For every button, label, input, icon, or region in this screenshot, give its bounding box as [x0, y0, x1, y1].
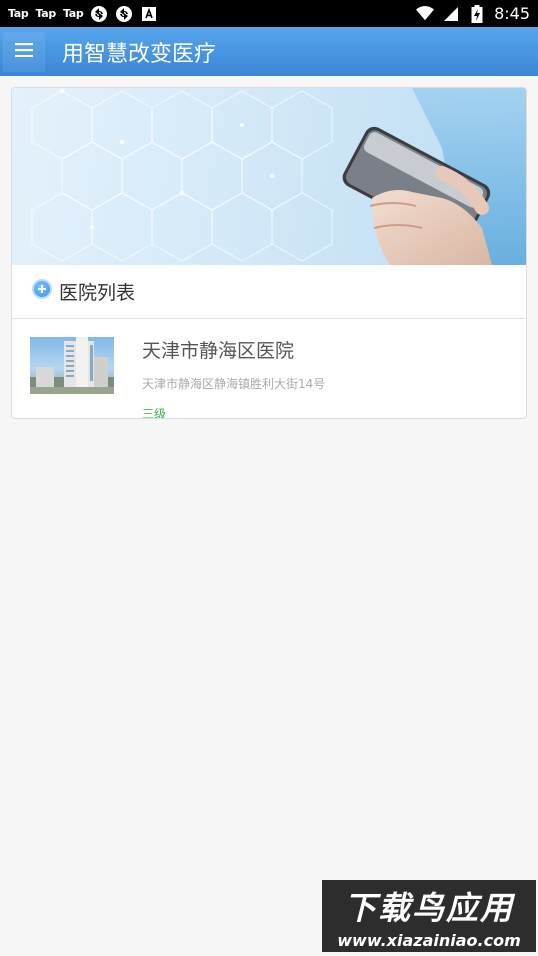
hospital-thumbnail — [30, 337, 114, 394]
sync-icon — [90, 5, 108, 23]
app-bar: 用智慧改变医疗 — [0, 27, 538, 76]
watermark-title: 下载鸟应用 — [343, 888, 514, 927]
hospital-name: 天津市静海区医院 — [142, 340, 295, 362]
hamburger-menu-icon — [15, 42, 33, 61]
sync-icon — [115, 5, 133, 23]
section-header: 医院列表 — [12, 265, 526, 319]
menu-button[interactable] — [3, 31, 45, 72]
watermark-logo: 下载鸟应用 www.xiazainiao.com — [322, 880, 536, 952]
wifi-icon — [416, 5, 435, 23]
hospital-level-badge: 三级 — [142, 407, 167, 419]
notification-tap-1: Tap — [8, 7, 29, 20]
a-box-icon — [140, 5, 158, 23]
hospital-card: 医院列表 天津市静海区医院 天津市静海区静海镇胜利大街14号 三级 — [11, 87, 527, 419]
status-bar: Tap Tap Tap 8:45 — [0, 0, 538, 27]
battery-charging-icon — [468, 4, 486, 23]
list-item-hospital[interactable]: 天津市静海区医院 天津市静海区静海镇胜利大街14号 三级 — [12, 319, 526, 419]
hospital-info: 天津市静海区医院 天津市静海区静海镇胜利大街14号 三级 — [142, 337, 326, 419]
notification-tap-3: Tap — [62, 7, 84, 20]
plus-circle-icon — [32, 278, 52, 299]
banner-image — [12, 88, 526, 265]
clock: 8:45 — [494, 4, 530, 23]
hospital-address: 天津市静海区静海镇胜利大街14号 — [142, 377, 326, 391]
signal-icon — [442, 5, 460, 23]
notification-area: Tap Tap Tap — [8, 5, 158, 23]
app-title: 用智慧改变医疗 — [62, 41, 217, 67]
notification-tap-2: Tap — [35, 7, 56, 20]
system-indicators: 8:45 — [416, 4, 530, 23]
section-title: 医院列表 — [59, 282, 136, 304]
watermark-url: www.xiazainiao.com — [337, 930, 521, 950]
